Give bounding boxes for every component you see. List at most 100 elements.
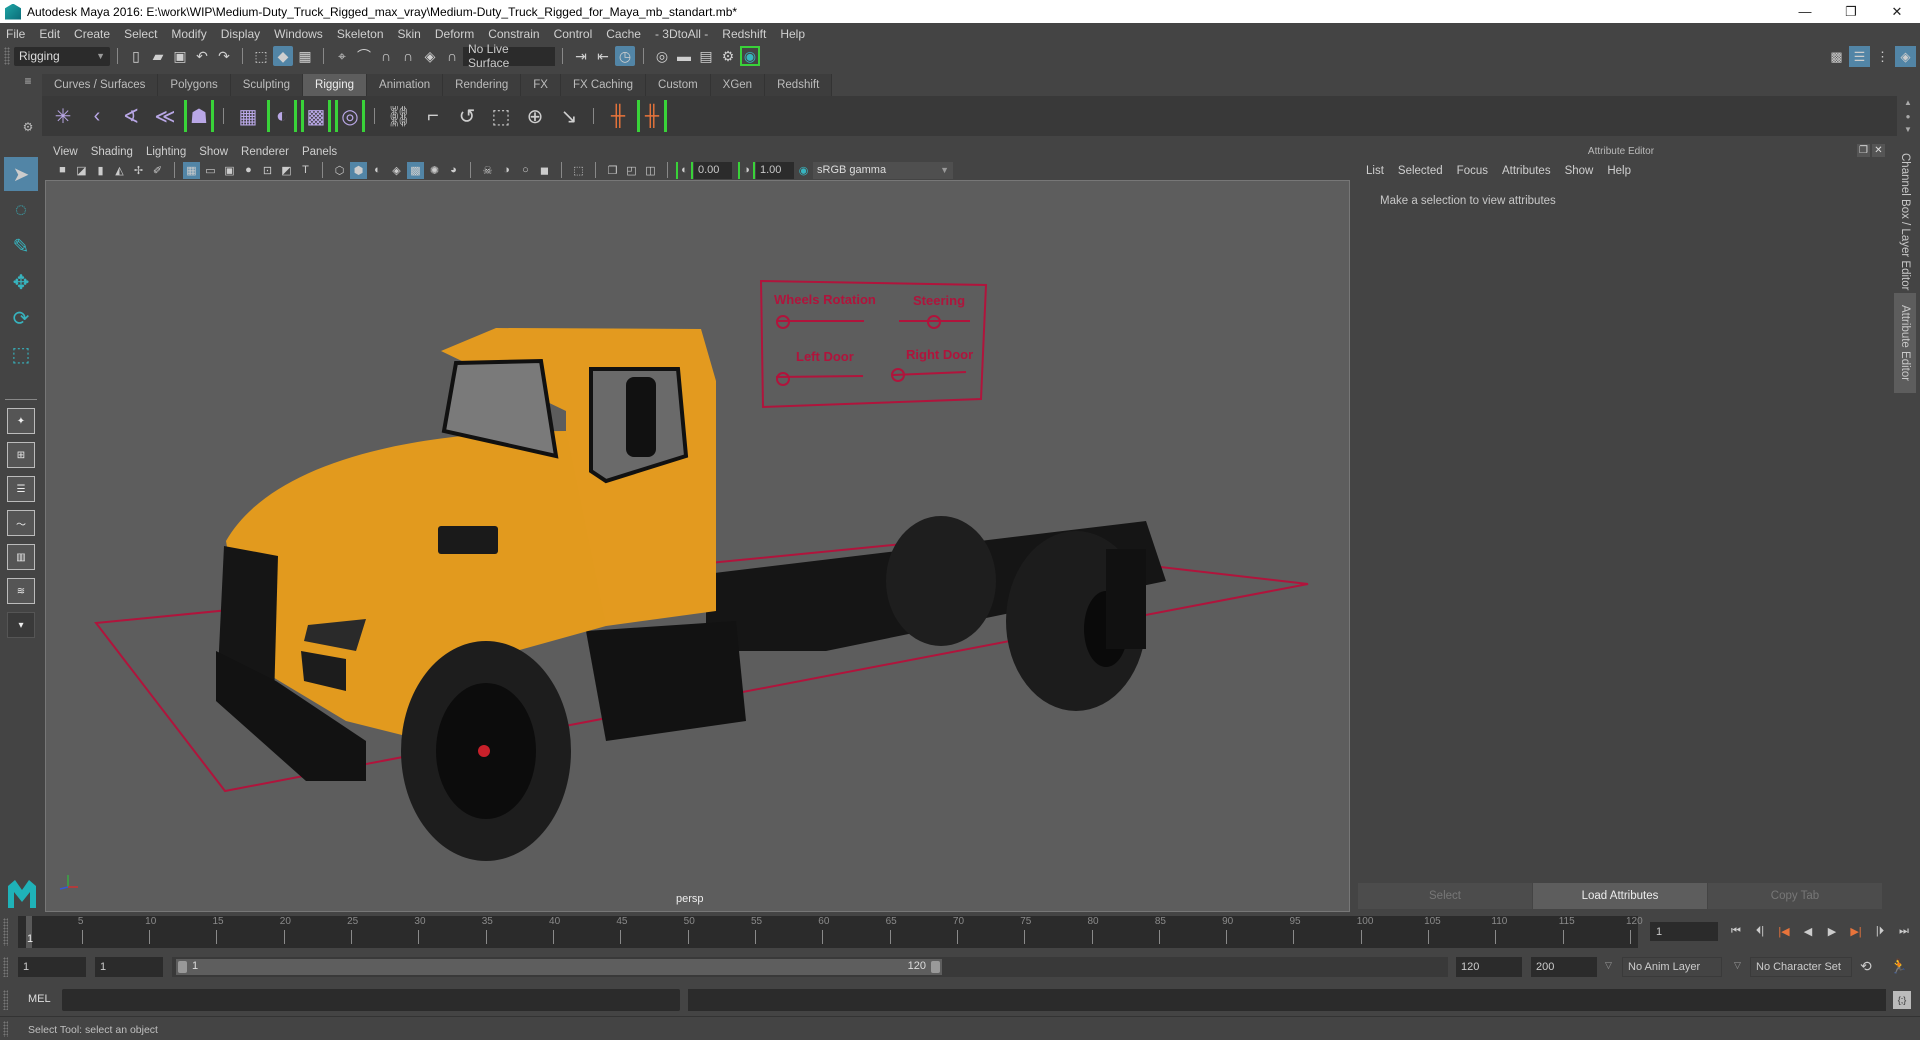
pole-vector-constraint-icon[interactable]: ↘	[554, 100, 584, 132]
resolution-gate-icon[interactable]: ▣	[221, 162, 238, 179]
panel-menu-renderer[interactable]: Renderer	[241, 146, 289, 158]
ae-menu-show[interactable]: Show	[1565, 165, 1594, 177]
shelf-scroll[interactable]: ▲ ● ▼	[1902, 98, 1914, 134]
playback-start-field[interactable]: 1	[95, 957, 163, 977]
character-set-chevron-icon[interactable]: ▽	[1734, 960, 1741, 971]
gamma-icon[interactable]: ◑	[738, 161, 755, 179]
tab-channel-box-layer-editor[interactable]: Channel Box / Layer Editor	[1894, 143, 1916, 293]
step-forward-key-icon[interactable]: ▶|	[1844, 922, 1868, 941]
step-back-key-icon[interactable]: |◀	[1772, 922, 1796, 941]
mirror-joints-icon[interactable]: ≪	[150, 100, 180, 132]
animation-start-field[interactable]: 1	[18, 957, 86, 977]
close-button[interactable]: ✕	[1874, 0, 1920, 23]
four-view-layout-icon[interactable]: ⊞	[7, 442, 35, 468]
ik-spline-icon[interactable]: ∢	[116, 100, 146, 132]
set-key-icon[interactable]: ╫	[603, 100, 633, 132]
menu-edit[interactable]: Edit	[39, 27, 60, 41]
menu-create[interactable]: Create	[74, 27, 110, 41]
camera-attributes-icon[interactable]: ◪	[73, 162, 90, 179]
snap-grid-icon[interactable]: ⌖	[332, 46, 352, 66]
ae-menu-list[interactable]: List	[1366, 165, 1384, 177]
color-space-dropdown[interactable]: sRGB gamma ▼	[813, 161, 953, 179]
snap-view-plane-icon[interactable]: ∩	[398, 46, 418, 66]
copy-tab-button[interactable]: Copy Tab	[1708, 883, 1882, 909]
ipr-render-icon[interactable]: ▤	[696, 46, 716, 66]
shelf-tab-xgen[interactable]: XGen	[710, 74, 766, 96]
range-end-handle[interactable]	[931, 961, 940, 973]
shadows-icon[interactable]: ◕	[445, 162, 462, 179]
menu-windows[interactable]: Windows	[274, 27, 323, 41]
go-to-start-icon[interactable]: ⏮	[1724, 922, 1748, 941]
gate-mask-icon[interactable]: ●	[240, 162, 257, 179]
tool-settings-icon[interactable]: ⋮	[1872, 46, 1893, 67]
depth-of-field-icon[interactable]: ◼	[536, 162, 553, 179]
open-scene-icon[interactable]: ▰	[148, 46, 168, 66]
restore-button[interactable]: ❐	[1828, 0, 1874, 23]
new-scene-icon[interactable]: ▯	[126, 46, 146, 66]
modeling-toolkit-icon[interactable]: ▩	[1826, 46, 1847, 67]
menu-deform[interactable]: Deform	[435, 27, 474, 41]
tab-attribute-editor[interactable]: Attribute Editor	[1894, 293, 1916, 393]
select-object-icon[interactable]: ◆	[273, 46, 293, 66]
mel-command-input[interactable]	[62, 989, 680, 1011]
select-tool-icon[interactable]: ➤	[4, 157, 38, 191]
snap-surface-icon[interactable]: ◈	[420, 46, 440, 66]
parent-constraint-icon[interactable]: ⛓	[384, 100, 414, 132]
ae-select-button[interactable]: Select	[1358, 883, 1532, 909]
grip[interactable]	[3, 918, 8, 946]
wireframe-on-shaded-icon[interactable]: ◐	[369, 162, 386, 179]
paint-select-tool-icon[interactable]: ✎	[4, 229, 38, 263]
select-component-icon[interactable]: ▦	[295, 46, 315, 66]
menu-constrain[interactable]: Constrain	[488, 27, 539, 41]
bookmark-icon[interactable]: ▮	[92, 162, 109, 179]
safe-title-icon[interactable]: T	[297, 162, 314, 179]
xray-active-icon[interactable]: ◰	[623, 162, 640, 179]
2d-pan-zoom-icon[interactable]: ✢	[130, 162, 147, 179]
render-frame-icon[interactable]: ▬	[674, 46, 694, 66]
time-slider-track[interactable]: 1 5 10 15 20 25 30 35 40 45 50 55 60 65 70 75 80 85 90 95 1…	[18, 916, 1643, 948]
create-joints-icon[interactable]: ✳	[48, 100, 78, 132]
script-language-toggle[interactable]: MEL	[28, 993, 51, 1005]
menu-help[interactable]: Help	[780, 27, 805, 41]
screen-space-ao-icon[interactable]: ☠	[479, 162, 496, 179]
shelf-tab-fx[interactable]: FX	[521, 74, 561, 96]
hypershade-persp-layout-icon[interactable]: ▥	[7, 544, 35, 570]
menu-control[interactable]: Control	[554, 27, 593, 41]
range-slider[interactable]: 1 120	[172, 957, 1448, 977]
menu-skeleton[interactable]: Skeleton	[337, 27, 384, 41]
go-to-end-icon[interactable]: ⏭	[1892, 922, 1916, 941]
panel-menu-lighting[interactable]: Lighting	[146, 146, 186, 158]
field-chart-icon[interactable]: ⊡	[259, 162, 276, 179]
redo-icon[interactable]: ↷	[214, 46, 234, 66]
shelf-tab-rigging[interactable]: Rigging	[303, 74, 368, 96]
gamma-field[interactable]: 1.00	[756, 161, 794, 179]
bind-skin-icon[interactable]: ▦	[233, 100, 263, 132]
shelf-tab-custom[interactable]: Custom	[646, 74, 711, 96]
playback-end-field[interactable]: 120	[1456, 957, 1522, 977]
scroll-down-icon[interactable]: ▼	[1904, 125, 1912, 134]
panel-menu-shading[interactable]: Shading	[91, 146, 133, 158]
minimize-button[interactable]: —	[1782, 0, 1828, 23]
scale-constraint-icon[interactable]: ⬚	[486, 100, 516, 132]
isolate-select-icon[interactable]: ⬚	[570, 162, 587, 179]
grid-icon[interactable]: ▦	[183, 161, 200, 179]
grip[interactable]	[3, 1021, 8, 1037]
color-management-toggle-icon[interactable]: ◉	[795, 162, 812, 179]
motion-blur-icon[interactable]: ◑	[498, 162, 515, 179]
image-plane-icon[interactable]: ◭	[111, 162, 128, 179]
ae-menu-attributes[interactable]: Attributes	[1502, 165, 1551, 177]
viewport-persp[interactable]: Wheels Rotation Steering Left Door Right…	[45, 180, 1350, 912]
use-all-lights-icon[interactable]: ✺	[426, 162, 443, 179]
aim-constraint-icon[interactable]: ⊕	[520, 100, 550, 132]
panel-menu-show[interactable]: Show	[199, 146, 228, 158]
grip[interactable]	[3, 990, 8, 1010]
humanik-icon[interactable]: ☗	[184, 100, 214, 132]
script-editor-icon[interactable]: {;}	[1893, 991, 1911, 1009]
live-surface-field[interactable]: No Live Surface	[463, 42, 555, 70]
antialiasing-icon[interactable]: ○	[517, 162, 534, 179]
lattice-icon[interactable]: ▩	[301, 100, 331, 132]
float-panel-icon[interactable]: ❐	[1857, 144, 1870, 157]
play-backwards-icon[interactable]: ◀	[1796, 922, 1820, 941]
set-driven-key-icon[interactable]: ╫	[637, 100, 667, 132]
textured-icon[interactable]: ▩	[407, 161, 424, 179]
